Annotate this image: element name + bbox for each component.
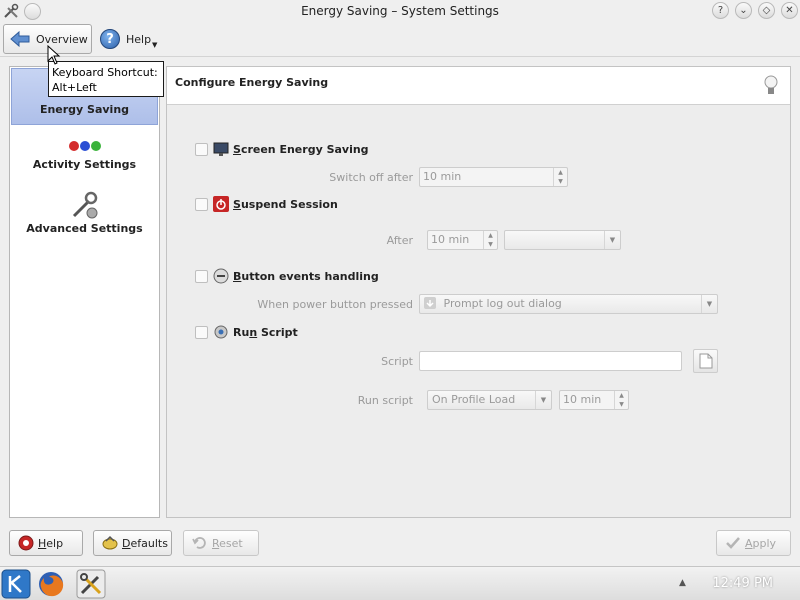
- taskbar: ▲ 12:49 PM: [0, 566, 800, 600]
- sidebar-item-label: Energy Saving: [39, 103, 130, 116]
- overview-label: Overview: [36, 32, 88, 46]
- reset-button[interactable]: Reset: [183, 530, 259, 556]
- button-events-checkbox[interactable]: [195, 270, 208, 283]
- help-button-label: Help: [38, 536, 64, 550]
- shortcut-tooltip: Keyboard Shortcut: Alt+Left: [48, 61, 164, 97]
- defaults-button-label: Defaults: [122, 536, 168, 550]
- toolbar-separator: [0, 56, 800, 57]
- system-tray-expand-icon[interactable]: ▲: [679, 578, 686, 588]
- suspend-after-spinbox[interactable]: 10 min ▲ ▼: [427, 230, 498, 250]
- chevron-down-icon[interactable]: ▼: [701, 295, 717, 313]
- lightbulb-icon: [764, 75, 778, 94]
- defaults-icon: [102, 535, 118, 550]
- tools-icon: [72, 191, 97, 219]
- minimize-button[interactable]: ⌄: [735, 2, 752, 19]
- help-menu-button[interactable]: ? Help ▼: [100, 26, 162, 52]
- suspend-action-combo[interactable]: ▼: [504, 230, 621, 250]
- run-script-label[interactable]: Run Script: [233, 326, 298, 339]
- checkmark-icon: [726, 537, 740, 549]
- clock[interactable]: 12:49 PM: [712, 576, 773, 591]
- suspend-session-label[interactable]: Suspend Session: [233, 198, 338, 211]
- run-script-when-combo[interactable]: On Profile Load ▼: [427, 390, 552, 410]
- power-icon: [213, 196, 229, 212]
- apply-button-label: Apply: [745, 536, 777, 550]
- file-icon: [699, 353, 713, 369]
- sidebar-item-activity-settings[interactable]: Activity Settings: [11, 139, 158, 189]
- button-events-icon: [213, 268, 229, 284]
- after-label: After: [386, 234, 413, 247]
- maximize-button[interactable]: ◇: [758, 2, 775, 19]
- sidebar-item-label: Advanced Settings: [26, 222, 143, 235]
- spin-arrows-icon[interactable]: ▲ ▼: [553, 168, 567, 186]
- help-menu-label: Help: [126, 32, 152, 46]
- reset-button-label: Reset: [212, 536, 243, 550]
- apply-button[interactable]: Apply: [716, 530, 791, 556]
- button-events-label[interactable]: Button events handling: [233, 270, 379, 283]
- mouse-cursor-icon: [47, 45, 61, 65]
- suspend-session-checkbox[interactable]: [195, 198, 208, 211]
- close-button[interactable]: ✕: [781, 2, 798, 19]
- open-file-button[interactable]: [693, 349, 718, 373]
- toolbar: Overview ? Help ▼: [0, 22, 800, 56]
- sidebar: Energy Saving Activity Settings Advanced…: [9, 66, 160, 518]
- help-buoy-icon: [18, 535, 34, 551]
- screen-energy-saving-checkbox[interactable]: [195, 143, 208, 156]
- power-button-label: When power button pressed: [257, 298, 413, 311]
- help-title-button[interactable]: ?: [712, 2, 729, 19]
- logout-icon: [424, 297, 436, 309]
- main-panel: Configure Energy Saving Screen Energy Sa…: [166, 66, 791, 518]
- dropdown-caret-icon: ▼: [152, 41, 158, 49]
- undo-icon: [192, 537, 206, 549]
- spin-arrows-icon[interactable]: ▲ ▼: [483, 231, 497, 249]
- sidebar-item-label: Activity Settings: [32, 158, 137, 171]
- run-script-time-spinbox[interactable]: 10 min ▲ ▼: [559, 390, 629, 410]
- switch-off-after-label: Switch off after: [329, 171, 413, 184]
- script-path-input[interactable]: [419, 351, 682, 371]
- firefox-icon[interactable]: [36, 569, 66, 599]
- help-icon: ?: [100, 29, 120, 49]
- chevron-down-icon[interactable]: ▼: [604, 231, 620, 249]
- screen-energy-saving-label[interactable]: Screen Energy Saving: [233, 143, 369, 156]
- run-script-checkbox[interactable]: [195, 326, 208, 339]
- tooltip-line-1: Keyboard Shortcut:: [52, 66, 158, 79]
- page-title: Configure Energy Saving: [175, 76, 329, 89]
- chevron-down-icon[interactable]: ▼: [535, 391, 551, 409]
- switch-off-after-spinbox[interactable]: 10 min ▲ ▼: [419, 167, 568, 187]
- defaults-button[interactable]: Defaults: [93, 530, 172, 556]
- sidebar-item-advanced-settings[interactable]: Advanced Settings: [11, 189, 158, 239]
- power-button-action-combo[interactable]: Prompt log out dialog ▼: [419, 294, 718, 314]
- panel-header: Configure Energy Saving: [167, 67, 790, 105]
- script-label: Script: [381, 355, 413, 368]
- window-title: Energy Saving – System Settings: [301, 4, 499, 18]
- help-button[interactable]: Help: [9, 530, 83, 556]
- script-gear-icon: [214, 325, 228, 339]
- kde-menu-icon[interactable]: [1, 569, 31, 599]
- activity-dots-icon: [68, 141, 101, 151]
- system-settings-task-icon[interactable]: [76, 569, 106, 599]
- back-arrow-icon: [10, 30, 30, 48]
- title-bar: Energy Saving – System Settings ? ⌄ ◇ ✕: [0, 0, 800, 22]
- spin-arrows-icon[interactable]: ▲ ▼: [614, 391, 628, 409]
- run-script-when-label: Run script: [357, 394, 413, 407]
- tooltip-line-2: Alt+Left: [52, 81, 97, 94]
- monitor-icon: [213, 142, 229, 156]
